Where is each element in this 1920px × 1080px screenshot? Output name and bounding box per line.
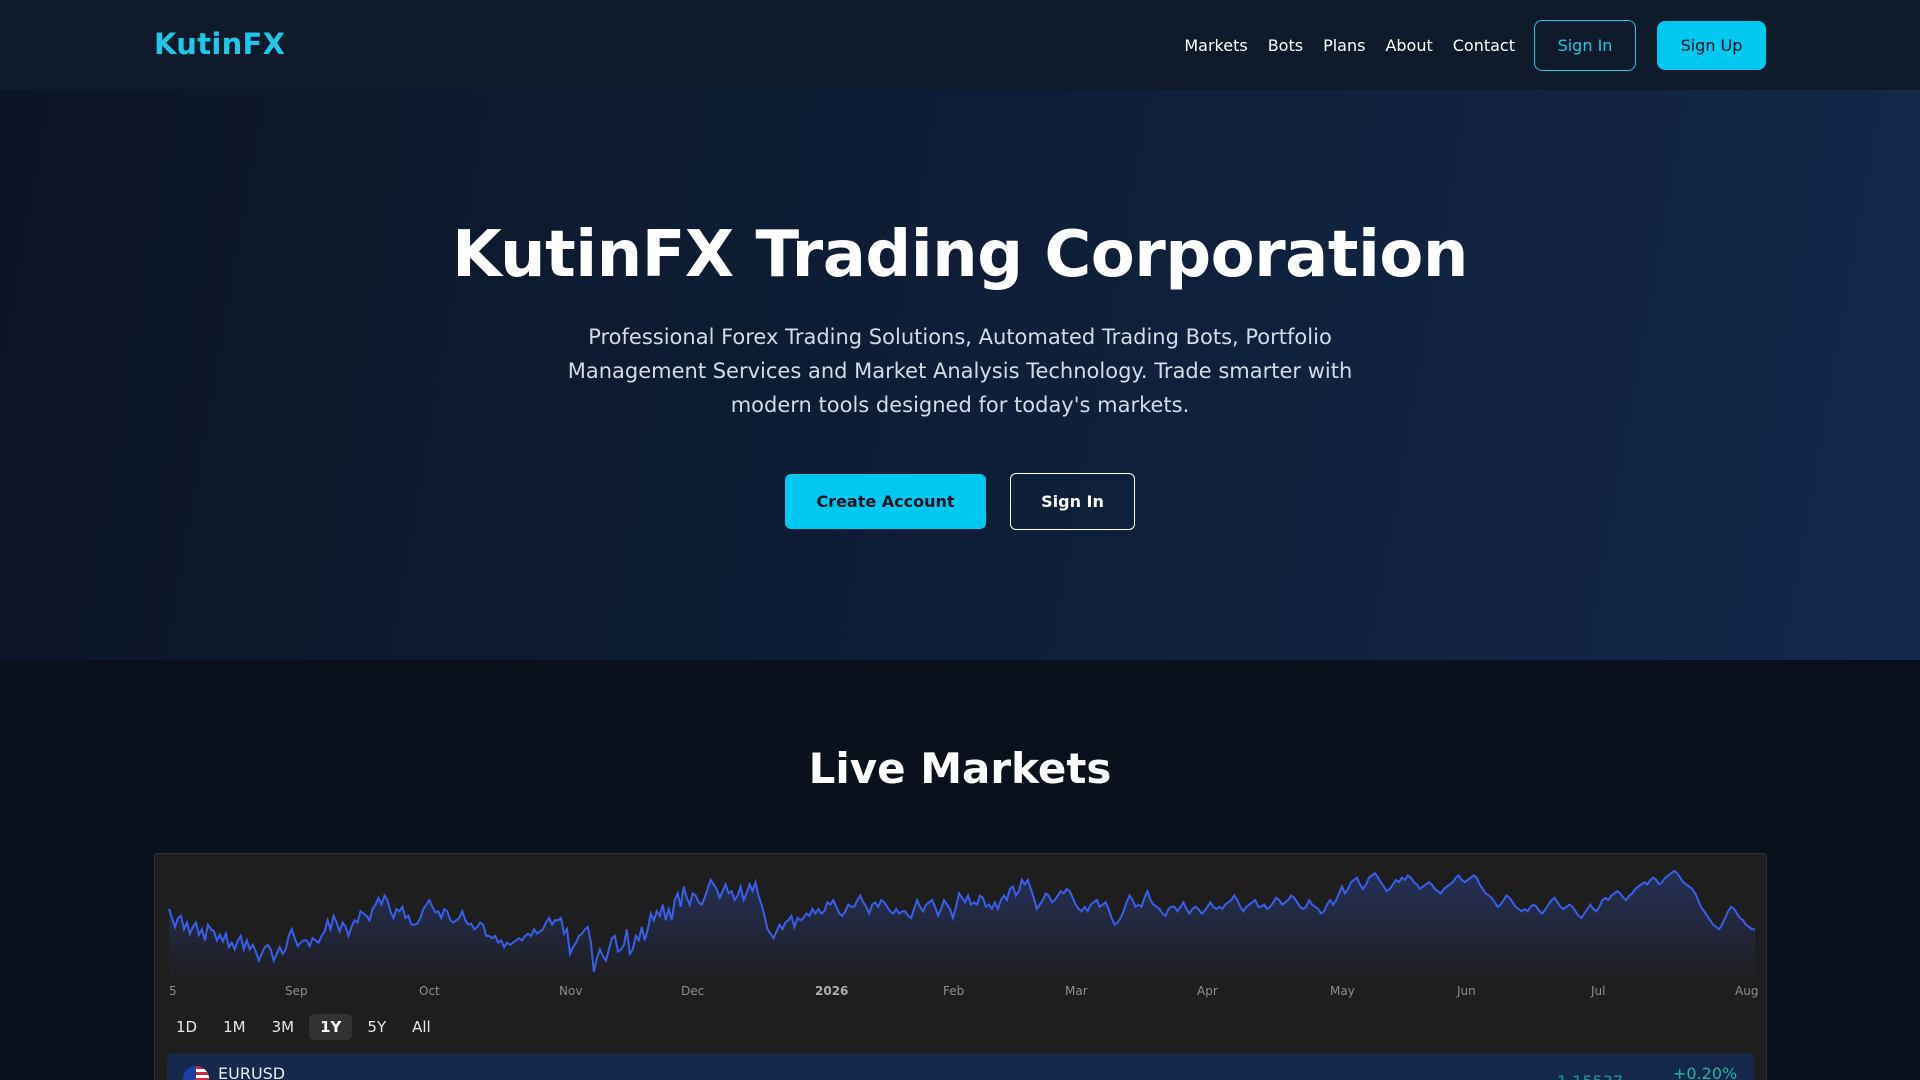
hero-signin-button[interactable]: Sign In	[1010, 473, 1135, 530]
top-nav: KutinFX Markets Bots Plans About Contact…	[0, 0, 1920, 90]
hero-section: KutinFX Trading Corporation Professional…	[0, 90, 1920, 660]
range-tab-5y[interactable]: 5Y	[356, 1014, 397, 1040]
x-tick-label: Nov	[559, 984, 582, 998]
markets-title: Live Markets	[808, 744, 1112, 793]
x-tick-label: Apr	[1197, 984, 1218, 998]
x-tick-label: 2026	[815, 984, 848, 998]
nav-link-bots[interactable]: Bots	[1268, 36, 1303, 55]
x-tick-label: May	[1330, 984, 1355, 998]
nav-links: Markets Bots Plans About Contact	[1164, 0, 1515, 90]
symbol-change: +0.20%	[1673, 1064, 1738, 1080]
x-tick-label: Jul	[1590, 984, 1605, 998]
chart-area-fill	[169, 871, 1755, 979]
symbol-price: 1.15537	[1557, 1072, 1623, 1080]
x-tick-label: Jun	[1456, 984, 1476, 998]
create-account-button[interactable]: Create Account	[785, 474, 986, 529]
range-tabs: 1D 1M 3M 1Y 5Y All	[165, 1013, 446, 1041]
x-tick-label: Feb	[943, 984, 964, 998]
nav-signup-button[interactable]: Sign Up	[1657, 21, 1766, 70]
nav-link-contact[interactable]: Contact	[1453, 36, 1515, 55]
live-markets-section: Live Markets 5 Sep Oct Nov Dec 2026 Feb Mar Apr M…	[0, 660, 1920, 1080]
symbol-row-eurusd[interactable]: EURUSD 1.15537 +0.20%	[167, 1054, 1754, 1080]
hero-subtitle: Professional Forex Trading Solutions, Au…	[567, 325, 1353, 417]
range-tab-1m[interactable]: 1M	[212, 1014, 257, 1040]
nav-link-markets[interactable]: Markets	[1184, 36, 1247, 55]
x-axis-ticks: 5 Sep Oct Nov Dec 2026 Feb Mar Apr May Jun Jul Aug	[169, 984, 1758, 998]
eu-us-flag-icon	[183, 1066, 209, 1080]
x-tick-label: Dec	[681, 984, 704, 998]
logo[interactable]: KutinFX	[154, 27, 285, 61]
range-tab-1d[interactable]: 1D	[165, 1014, 208, 1040]
range-tab-1y[interactable]: 1Y	[309, 1014, 353, 1040]
nav-signin-button[interactable]: Sign In	[1534, 20, 1636, 71]
range-tab-3m[interactable]: 3M	[261, 1014, 306, 1040]
price-chart[interactable]: 5 Sep Oct Nov Dec 2026 Feb Mar Apr May Jun Jul Aug	[155, 854, 1767, 1014]
range-tab-all[interactable]: All	[401, 1014, 442, 1040]
x-tick-label: Aug	[1735, 984, 1758, 998]
x-tick-label: Mar	[1065, 984, 1088, 998]
symbol-name: EURUSD	[218, 1064, 286, 1080]
x-tick-label: Oct	[419, 984, 440, 998]
x-tick-label: Sep	[285, 984, 308, 998]
x-tick-label: 5	[169, 984, 177, 998]
nav-link-about[interactable]: About	[1385, 36, 1432, 55]
hero-title: KutinFX Trading Corporation	[452, 218, 1468, 292]
nav-link-plans[interactable]: Plans	[1323, 36, 1365, 55]
market-chart-panel: 5 Sep Oct Nov Dec 2026 Feb Mar Apr May Jun Jul Aug 1…	[154, 853, 1767, 1080]
